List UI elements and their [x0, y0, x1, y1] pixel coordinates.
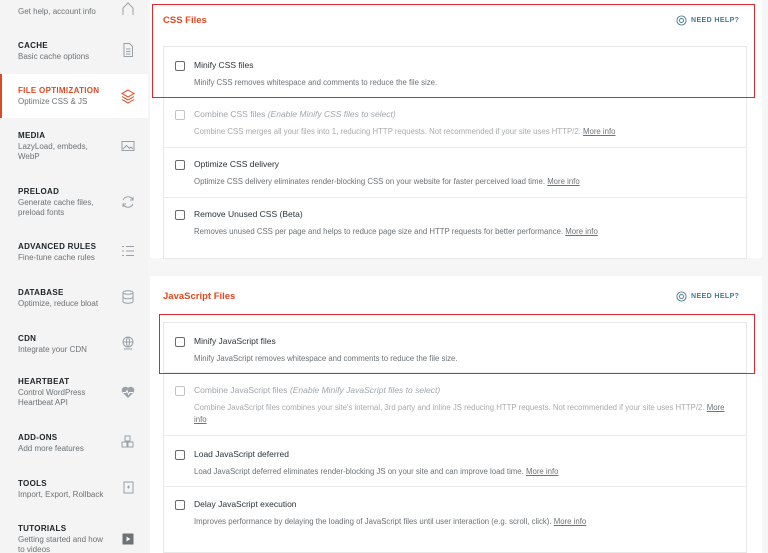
more-info-link[interactable]: More info [554, 517, 587, 526]
load-js-deferred-checkbox[interactable] [175, 450, 185, 460]
sidebar-item-database[interactable]: DATABASE Optimize, reduce bloat [0, 287, 148, 313]
delay-js-execution-checkbox[interactable] [175, 500, 185, 510]
sidebar-item-media[interactable]: MEDIA LazyLoad, embeds, WebP [0, 130, 148, 166]
sidebar-item-sub: Get help, account info [18, 7, 96, 16]
need-help-label: NEED HELP? [691, 293, 740, 300]
minify-css-checkbox[interactable] [175, 61, 185, 71]
option-desc-text: Optimize CSS delivery eliminates render-… [194, 177, 546, 186]
option-desc: Combine JavaScript files combines your s… [194, 402, 739, 426]
divider [163, 372, 747, 373]
css-need-help-link[interactable]: NEED HELP? [676, 15, 739, 26]
optimize-css-delivery-checkbox[interactable] [175, 160, 185, 170]
option-title-text: Combine JavaScript files [194, 385, 288, 395]
heartbeat-icon [121, 386, 135, 398]
option-desc-text: Combine JavaScript files combines your s… [194, 403, 705, 412]
image-icon [121, 141, 135, 151]
document-icon [123, 43, 133, 57]
sidebar-item-tutorials[interactable]: TUTORIALS Getting started and how to vid… [0, 523, 148, 553]
option-title-text: Combine CSS files [194, 109, 266, 119]
list-icon [122, 246, 134, 256]
css-files-title: CSS Files [163, 15, 207, 26]
more-info-link[interactable]: More info [547, 177, 580, 186]
more-info-link[interactable]: More info [565, 227, 598, 236]
divider [163, 435, 747, 436]
option-title: Remove Unused CSS (Beta) [194, 209, 303, 219]
sidebar-item-cache[interactable]: CACHE Basic cache options [0, 40, 148, 70]
more-info-link[interactable]: More info [526, 467, 559, 476]
database-icon [122, 290, 134, 304]
combine-css-checkbox[interactable] [175, 110, 185, 120]
sidebar-item-sub: Control WordPress Heartbeat API [18, 388, 86, 407]
home-icon [122, 2, 134, 15]
option-title: Load JavaScript deferred [194, 449, 289, 459]
option-desc: Minify CSS removes whitespace and commen… [194, 78, 438, 87]
sidebar-item-cdn[interactable]: CDN Integrate your CDN [0, 333, 148, 359]
option-title: Minify JavaScript files [194, 336, 276, 346]
sidebar-item-sub: Optimize, reduce bloat [18, 299, 99, 308]
sidebar-item-sub: Add more features [18, 444, 84, 453]
option-title: Combine JavaScript files (Enable Minify … [194, 385, 440, 395]
sidebar-item-dashboard[interactable]: Get help, account info [0, 2, 148, 28]
option-title: Minify CSS files [194, 60, 254, 70]
sidebar-item-sub: Basic cache options [18, 52, 90, 61]
divider [163, 97, 747, 98]
need-help-label: NEED HELP? [691, 17, 740, 24]
option-title: Delay JavaScript execution [194, 499, 297, 509]
divider [163, 147, 747, 148]
minify-js-checkbox[interactable] [175, 337, 185, 347]
more-info-link[interactable]: More info [583, 127, 616, 136]
sidebar-item-advanced-rules[interactable]: ADVANCED RULES Fine-tune cache rules [0, 241, 148, 267]
sidebar-item-sub: LazyLoad, embeds, WebP [18, 142, 88, 161]
sidebar-item-sub: Integrate your CDN [18, 345, 87, 354]
sidebar-item-sub: Fine-tune cache rules [18, 253, 95, 262]
remove-unused-css-checkbox[interactable] [175, 210, 185, 220]
sidebar: Get help, account info CACHE Basic cache… [0, 0, 148, 553]
option-desc: Removes unused CSS per page and helps to… [194, 226, 739, 238]
sidebar-item-add-ons[interactable]: ADD-ONS Add more features [0, 432, 148, 458]
sidebar-item-tools[interactable]: TOOLS Import, Export, Rollback [0, 478, 148, 504]
option-desc: Improves performance by delaying the loa… [194, 516, 739, 528]
cubes-icon [121, 435, 134, 448]
tools-icon [123, 481, 134, 494]
option-desc: Combine CSS merges all your files into 1… [194, 126, 739, 138]
option-title-note: (Enable Minify CSS files to select) [267, 109, 396, 119]
option-desc-text: Removes unused CSS per page and helps to… [194, 227, 564, 236]
option-title-note: (Enable Minify JavaScript files to selec… [289, 385, 441, 395]
option-desc: Minify JavaScript removes whitespace and… [194, 354, 458, 363]
divider [163, 197, 747, 198]
layers-icon [121, 89, 135, 104]
sidebar-item-sub: Generate cache files, preload fonts [18, 198, 94, 217]
divider [163, 486, 747, 487]
option-desc-text: Improves performance by delaying the loa… [194, 517, 552, 526]
sidebar-item-sub: Getting started and how to videos [18, 535, 103, 553]
sidebar-item-heartbeat[interactable]: HEARTBEAT Control WordPress Heartbeat AP… [0, 376, 148, 412]
option-desc-text: Combine CSS merges all your files into 1… [194, 127, 581, 136]
option-desc: Load JavaScript deferred eliminates rend… [194, 466, 739, 478]
sidebar-item-sub: Import, Export, Rollback [18, 490, 104, 499]
help-icon [676, 291, 687, 302]
option-title: Combine CSS files (Enable Minify CSS fil… [194, 109, 396, 119]
video-icon [122, 533, 134, 545]
option-title: Optimize CSS delivery [194, 159, 280, 169]
js-need-help-link[interactable]: NEED HELP? [676, 291, 739, 302]
refresh-icon [122, 196, 134, 208]
sidebar-item-preload[interactable]: PRELOAD Generate cache files, preload fo… [0, 186, 148, 222]
sidebar-item-file-optimization[interactable]: FILE OPTIMIZATION Optimize CSS & JS [0, 74, 148, 118]
option-desc: Optimize CSS delivery eliminates render-… [194, 176, 739, 188]
help-icon [676, 15, 687, 26]
combine-js-checkbox[interactable] [175, 386, 185, 396]
javascript-files-title: JavaScript Files [163, 291, 236, 302]
globe-icon [122, 336, 134, 350]
option-desc-text: Load JavaScript deferred eliminates rend… [194, 467, 524, 476]
sidebar-item-sub: Optimize CSS & JS [18, 97, 88, 106]
